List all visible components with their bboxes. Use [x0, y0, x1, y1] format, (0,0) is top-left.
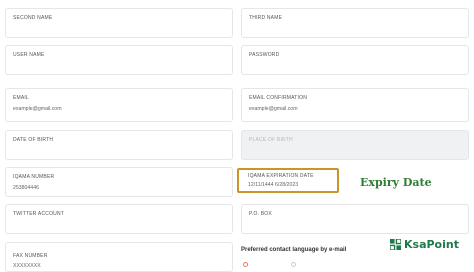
date-of-birth-label: DATE OF BIRTH — [13, 137, 54, 143]
iqama-number-value: 253804446 — [13, 185, 39, 191]
ksapoint-logo: KsaPoint — [390, 237, 459, 251]
email-field[interactable]: EMAIL example@gmail.com — [5, 88, 233, 122]
place-of-birth-field: PLACE OF BIRTH — [241, 130, 469, 160]
third-name-label: THIRD NAME — [249, 15, 283, 21]
po-box-label: P.O. BOX — [249, 211, 272, 217]
twitter-account-label: TWITTER ACCOUNT — [13, 211, 65, 217]
second-name-field[interactable]: SECOND NAME — [5, 8, 233, 38]
po-box-field[interactable]: P.O. BOX — [241, 204, 469, 234]
fax-number-label: FAX NUMBER — [13, 253, 48, 259]
ksapoint-logo-text: KsaPoint — [404, 237, 459, 251]
language-option-radio[interactable] — [291, 262, 296, 267]
language-option-radio[interactable] — [243, 262, 248, 267]
expiry-date-highlight-box — [237, 168, 339, 193]
third-name-field[interactable]: THIRD NAME — [241, 8, 469, 38]
user-name-label: USER NAME — [13, 52, 45, 58]
email-value: example@gmail.com — [13, 106, 62, 112]
user-name-field[interactable]: USER NAME — [5, 45, 233, 75]
email-confirmation-field[interactable]: EMAIL CONFIRMATION example@gmail.com — [241, 88, 469, 122]
preferred-contact-language-label: Preferred contact language by e-mail — [241, 247, 347, 253]
iqama-number-label: IQAMA NUMBER — [13, 174, 55, 180]
ksapoint-logo-icon — [390, 238, 401, 250]
password-label: PASSWORD — [249, 52, 280, 58]
password-field[interactable]: PASSWORD — [241, 45, 469, 75]
second-name-label: SECOND NAME — [13, 15, 53, 21]
expiry-date-callout: Expiry Date — [360, 176, 432, 189]
email-label: EMAIL — [13, 95, 30, 101]
twitter-account-field[interactable]: TWITTER ACCOUNT — [5, 204, 233, 234]
email-confirmation-value: example@gmail.com — [249, 106, 298, 112]
date-of-birth-field[interactable]: DATE OF BIRTH — [5, 130, 233, 160]
email-confirmation-label: EMAIL CONFIRMATION — [249, 95, 308, 101]
fax-number-field[interactable]: FAX NUMBER XXXXXXXX — [5, 242, 233, 272]
iqama-number-field[interactable]: IQAMA NUMBER 253804446 — [5, 167, 233, 197]
fax-number-value: XXXXXXXX — [13, 263, 41, 269]
place-of-birth-label: PLACE OF BIRTH — [249, 137, 293, 143]
